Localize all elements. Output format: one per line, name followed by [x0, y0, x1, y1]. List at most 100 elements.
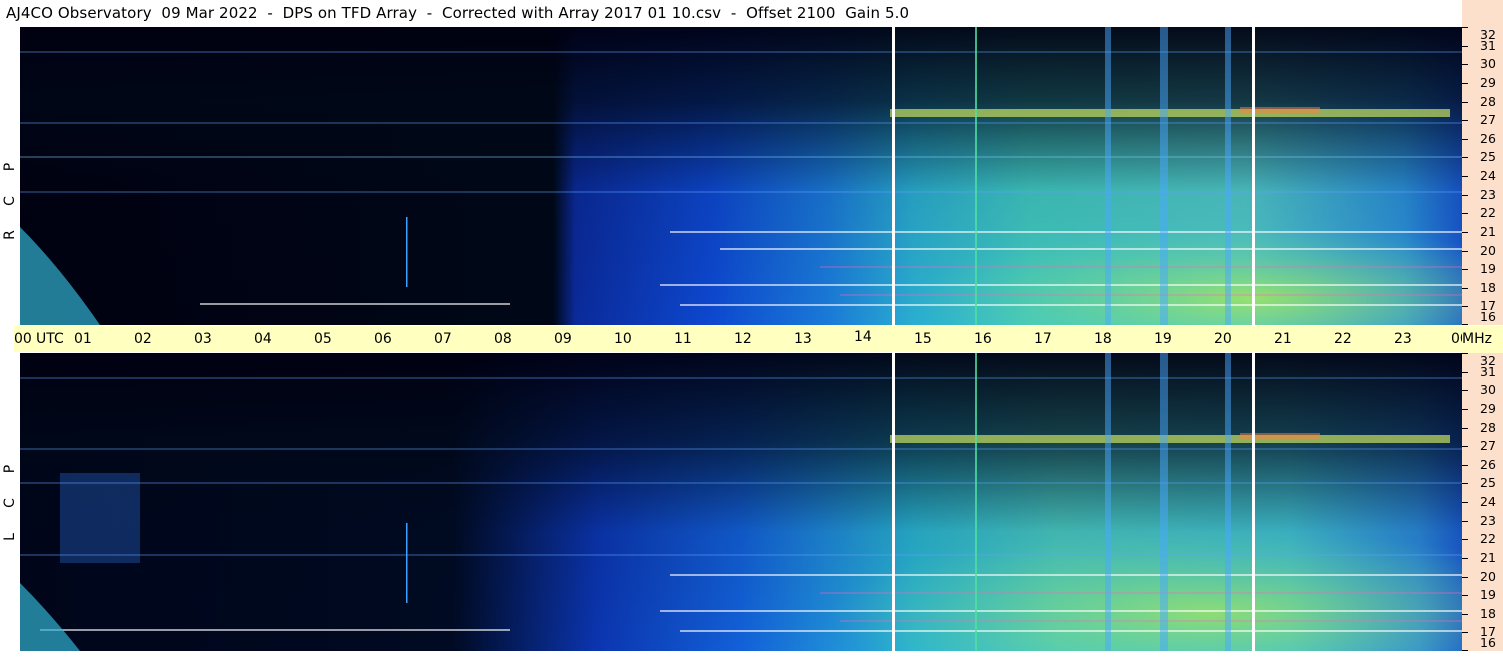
- freq-tick-label: 27: [1480, 438, 1496, 453]
- time-tick-label: 19: [1154, 331, 1172, 347]
- time-tick-label: 22: [1334, 331, 1352, 347]
- time-tick-label: 18: [1094, 331, 1112, 347]
- freq-tick: [1462, 577, 1468, 578]
- freq-tick: [1462, 83, 1468, 84]
- freq-tick: [1462, 64, 1468, 65]
- freq-tick: [1462, 139, 1468, 140]
- time-tick-label: 02: [134, 331, 152, 347]
- freq-tick-label: 23: [1480, 187, 1496, 202]
- freq-tick-label: 30: [1480, 56, 1496, 71]
- freq-tick: [1462, 213, 1468, 214]
- freq-tick-label: 21: [1480, 550, 1496, 565]
- freq-tick: [1462, 269, 1468, 270]
- freq-tick-label: 28: [1480, 94, 1496, 109]
- freq-tick-label: 16: [1480, 635, 1496, 650]
- freq-tick: [1462, 46, 1468, 47]
- corner-strip: [1462, 0, 1503, 27]
- lcp-label: L C P: [0, 353, 20, 651]
- time-tick-label: 15: [914, 331, 932, 347]
- freq-tick-label: 26: [1480, 457, 1496, 472]
- freq-tick: [1462, 306, 1468, 307]
- freq-tick-label: 29: [1480, 401, 1496, 416]
- freq-tick-label: 29: [1480, 75, 1496, 90]
- time-tick-label: 05: [314, 331, 332, 347]
- time-tick-label: 11: [674, 331, 692, 347]
- freq-tick: [1462, 558, 1468, 559]
- time-tick-label: 23: [1394, 331, 1412, 347]
- freq-tick-label: 31: [1480, 38, 1496, 53]
- freq-tick-label: 25: [1480, 149, 1496, 164]
- time-tick-label: 16: [974, 331, 992, 347]
- time-tick-label: 20: [1214, 331, 1232, 347]
- freq-tick: [1462, 353, 1468, 354]
- freq-tick: [1462, 632, 1468, 633]
- time-tick-label: 06: [374, 331, 392, 347]
- freq-tick: [1462, 372, 1468, 373]
- freq-tick: [1462, 324, 1468, 325]
- freq-tick-label: 31: [1480, 364, 1496, 379]
- freq-axis-top: 32 31 30 29 28 27 26 25 24 23 22 21 20 19 18 17 16: [1462, 27, 1503, 325]
- freq-tick: [1462, 650, 1468, 651]
- freq-tick: [1462, 102, 1468, 103]
- freq-tick-label: 26: [1480, 131, 1496, 146]
- polarization-letter: C: [2, 196, 18, 206]
- time-tick-label: 21: [1274, 331, 1292, 347]
- time-tick-label: 10: [614, 331, 632, 347]
- freq-tick: [1462, 157, 1468, 158]
- freq-tick-label: 20: [1480, 569, 1496, 584]
- time-tick-label: 13: [794, 331, 812, 347]
- freq-tick-label: 25: [1480, 475, 1496, 490]
- time-tick-label: 17: [1034, 331, 1052, 347]
- freq-tick-label: 22: [1480, 205, 1496, 220]
- polarization-letter: P: [2, 162, 18, 172]
- polarization-letter: P: [2, 464, 18, 474]
- chart-title: AJ4CO Observatory 09 Mar 2022 - DPS on T…: [6, 4, 910, 22]
- freq-unit-cell: MHz: [1462, 326, 1503, 353]
- freq-tick-label: 19: [1480, 261, 1496, 276]
- freq-tick: [1462, 446, 1468, 447]
- time-tick-label: 07: [434, 331, 452, 347]
- freq-tick: [1462, 428, 1468, 429]
- freq-tick-label: 16: [1480, 309, 1496, 324]
- freq-tick-label: 21: [1480, 224, 1496, 239]
- freq-tick-label: 19: [1480, 587, 1496, 602]
- time-tick-label: 08: [494, 331, 512, 347]
- freq-tick-label: 22: [1480, 531, 1496, 546]
- rcp-label: R C P: [0, 27, 20, 325]
- freq-tick-label: 18: [1480, 280, 1496, 295]
- freq-tick-label: 27: [1480, 112, 1496, 127]
- freq-tick-label: 18: [1480, 606, 1496, 621]
- time-tick-label: 04: [254, 331, 272, 347]
- time-tick-label: 09: [554, 331, 572, 347]
- freq-tick: [1462, 614, 1468, 615]
- freq-tick-label: 28: [1480, 420, 1496, 435]
- time-tick-label: 00: [14, 331, 32, 347]
- time-axis: 00 UTC 01 02 03 04 05 06 07 08 09 10 11 …: [14, 326, 1469, 352]
- freq-unit-label: MHz: [1462, 331, 1492, 347]
- freq-tick: [1462, 483, 1468, 484]
- freq-tick: [1462, 539, 1468, 540]
- freq-tick: [1462, 595, 1468, 596]
- time-unit-label: UTC: [36, 331, 64, 347]
- freq-tick: [1462, 521, 1468, 522]
- freq-tick: [1462, 176, 1468, 177]
- freq-tick-label: 20: [1480, 243, 1496, 258]
- polarization-letter: R: [2, 230, 18, 240]
- freq-tick: [1462, 251, 1468, 252]
- freq-tick: [1462, 195, 1468, 196]
- freq-tick: [1462, 288, 1468, 289]
- freq-tick: [1462, 390, 1468, 391]
- time-tick-label: 03: [194, 331, 212, 347]
- freq-tick-label: 24: [1480, 168, 1496, 183]
- freq-tick: [1462, 465, 1468, 466]
- freq-tick: [1462, 502, 1468, 503]
- freq-tick: [1462, 232, 1468, 233]
- freq-tick: [1462, 120, 1468, 121]
- polarization-letter: L: [2, 533, 18, 541]
- freq-tick: [1462, 409, 1468, 410]
- time-tick-label: 12: [734, 331, 752, 347]
- time-tick-label: 14: [854, 329, 872, 345]
- time-tick-label: 01: [74, 331, 92, 347]
- freq-axis-bottom: 32 31 30 29 28 27 26 25 24 23 22 21 20 19 18 17 16: [1462, 353, 1503, 651]
- polarization-letter: C: [2, 498, 18, 508]
